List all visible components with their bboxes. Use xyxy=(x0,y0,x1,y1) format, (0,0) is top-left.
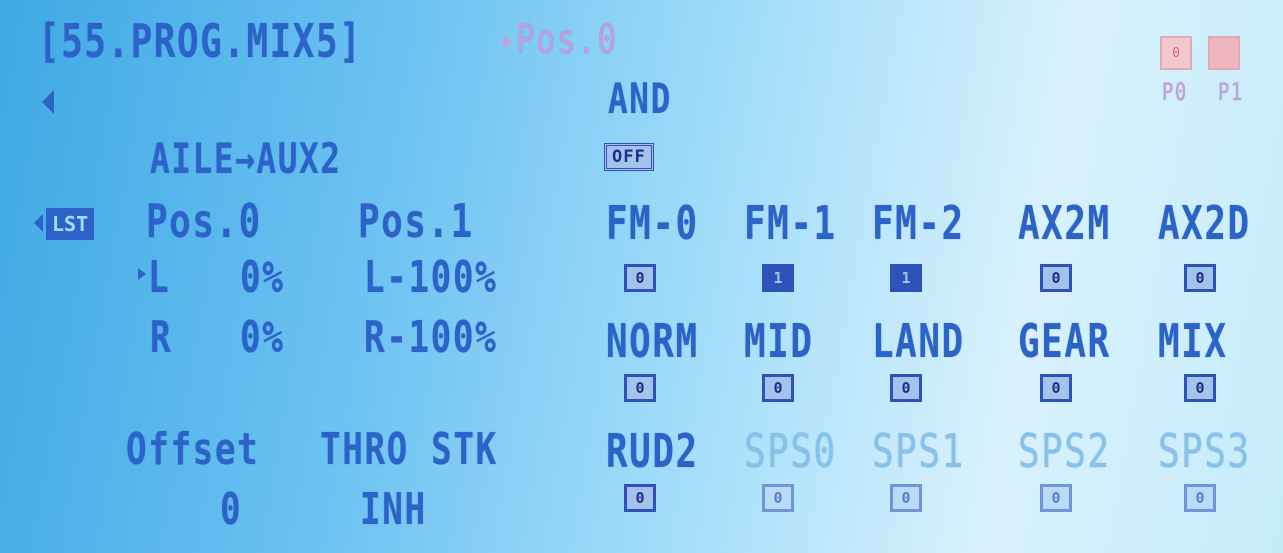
row-r-label: R xyxy=(150,312,173,363)
p1-indicator xyxy=(1208,36,1240,70)
row-cursor-icon xyxy=(138,268,146,280)
row-r-pos1-value[interactable]: R-100% xyxy=(364,316,497,360)
switch-toggle-mix[interactable]: 0 xyxy=(1184,374,1216,402)
list-arrow-icon xyxy=(34,214,43,232)
pos1-header: Pos.1 xyxy=(358,194,474,248)
logic-switch-status[interactable]: OFF xyxy=(604,143,654,171)
p0-indicator: 0 xyxy=(1160,36,1192,70)
switch-toggle-gear[interactable]: 0 xyxy=(1040,374,1072,402)
p0-label: P0 xyxy=(1162,78,1188,106)
switch-toggle-fm-0[interactable]: 0 xyxy=(624,264,656,292)
offset-value[interactable]: 0 xyxy=(220,488,242,532)
switch-toggle-ax2m[interactable]: 0 xyxy=(1040,264,1072,292)
switch-label-sps0: SPS0 xyxy=(744,424,837,478)
switch-label-ax2d: AX2D xyxy=(1158,196,1251,250)
switch-label-norm: NORM xyxy=(606,314,699,368)
switch-toggle-norm[interactable]: 0 xyxy=(624,374,656,402)
switch-toggle-sps0[interactable]: 0 xyxy=(762,484,794,512)
pos-cursor-icon xyxy=(503,36,512,48)
row-l-pos1-value[interactable]: L-100% xyxy=(364,256,497,300)
logic-mode[interactable]: AND xyxy=(608,78,672,120)
switch-label-sps1: SPS1 xyxy=(872,424,965,478)
lcd-screen: [55.PROG.MIX5] Pos.0 0 P0 P1 AND OFF AIL… xyxy=(0,0,1283,553)
switch-label-mid: MID xyxy=(744,314,814,368)
offset-label: Offset xyxy=(126,424,260,475)
switch-label-rud2: RUD2 xyxy=(606,424,699,478)
row-r-pos0-value[interactable]: 0% xyxy=(240,316,284,360)
source-value[interactable]: INH xyxy=(360,488,427,532)
switch-label-fm-1: FM-1 xyxy=(744,196,837,250)
list-button[interactable]: LST xyxy=(46,208,95,240)
switch-toggle-sps3[interactable]: 0 xyxy=(1184,484,1216,512)
switch-label-fm-2: FM-2 xyxy=(872,196,965,250)
source-label: THRO STK xyxy=(320,424,498,475)
switch-label-ax2m: AX2M xyxy=(1018,196,1111,250)
switch-label-sps2: SPS2 xyxy=(1018,424,1111,478)
switch-toggle-ax2d[interactable]: 0 xyxy=(1184,264,1216,292)
switch-label-land: LAND xyxy=(872,314,965,368)
switch-toggle-sps1[interactable]: 0 xyxy=(890,484,922,512)
p1-label: P1 xyxy=(1218,78,1244,106)
switch-label-gear: GEAR xyxy=(1018,314,1111,368)
current-position: Pos.0 xyxy=(516,17,618,63)
switch-toggle-land[interactable]: 0 xyxy=(890,374,922,402)
switch-label-fm-0: FM-0 xyxy=(606,196,699,250)
pos0-header: Pos.0 xyxy=(146,194,262,248)
switch-toggle-fm-1[interactable]: 1 xyxy=(762,264,794,292)
switch-label-mix: MIX xyxy=(1158,314,1228,368)
row-l-label: L xyxy=(148,252,171,303)
row-l-pos0-value[interactable]: 0% xyxy=(240,256,284,300)
switch-toggle-mid[interactable]: 0 xyxy=(762,374,794,402)
screen-title: [55.PROG.MIX5] xyxy=(38,14,363,68)
mix-name[interactable]: AILE→AUX2 xyxy=(150,138,342,180)
switch-label-sps3: SPS3 xyxy=(1158,424,1251,478)
switch-toggle-sps2[interactable]: 0 xyxy=(1040,484,1072,512)
switch-toggle-rud2[interactable]: 0 xyxy=(624,484,656,512)
switch-toggle-fm-2[interactable]: 1 xyxy=(890,264,922,292)
back-arrow-icon[interactable] xyxy=(42,90,54,114)
